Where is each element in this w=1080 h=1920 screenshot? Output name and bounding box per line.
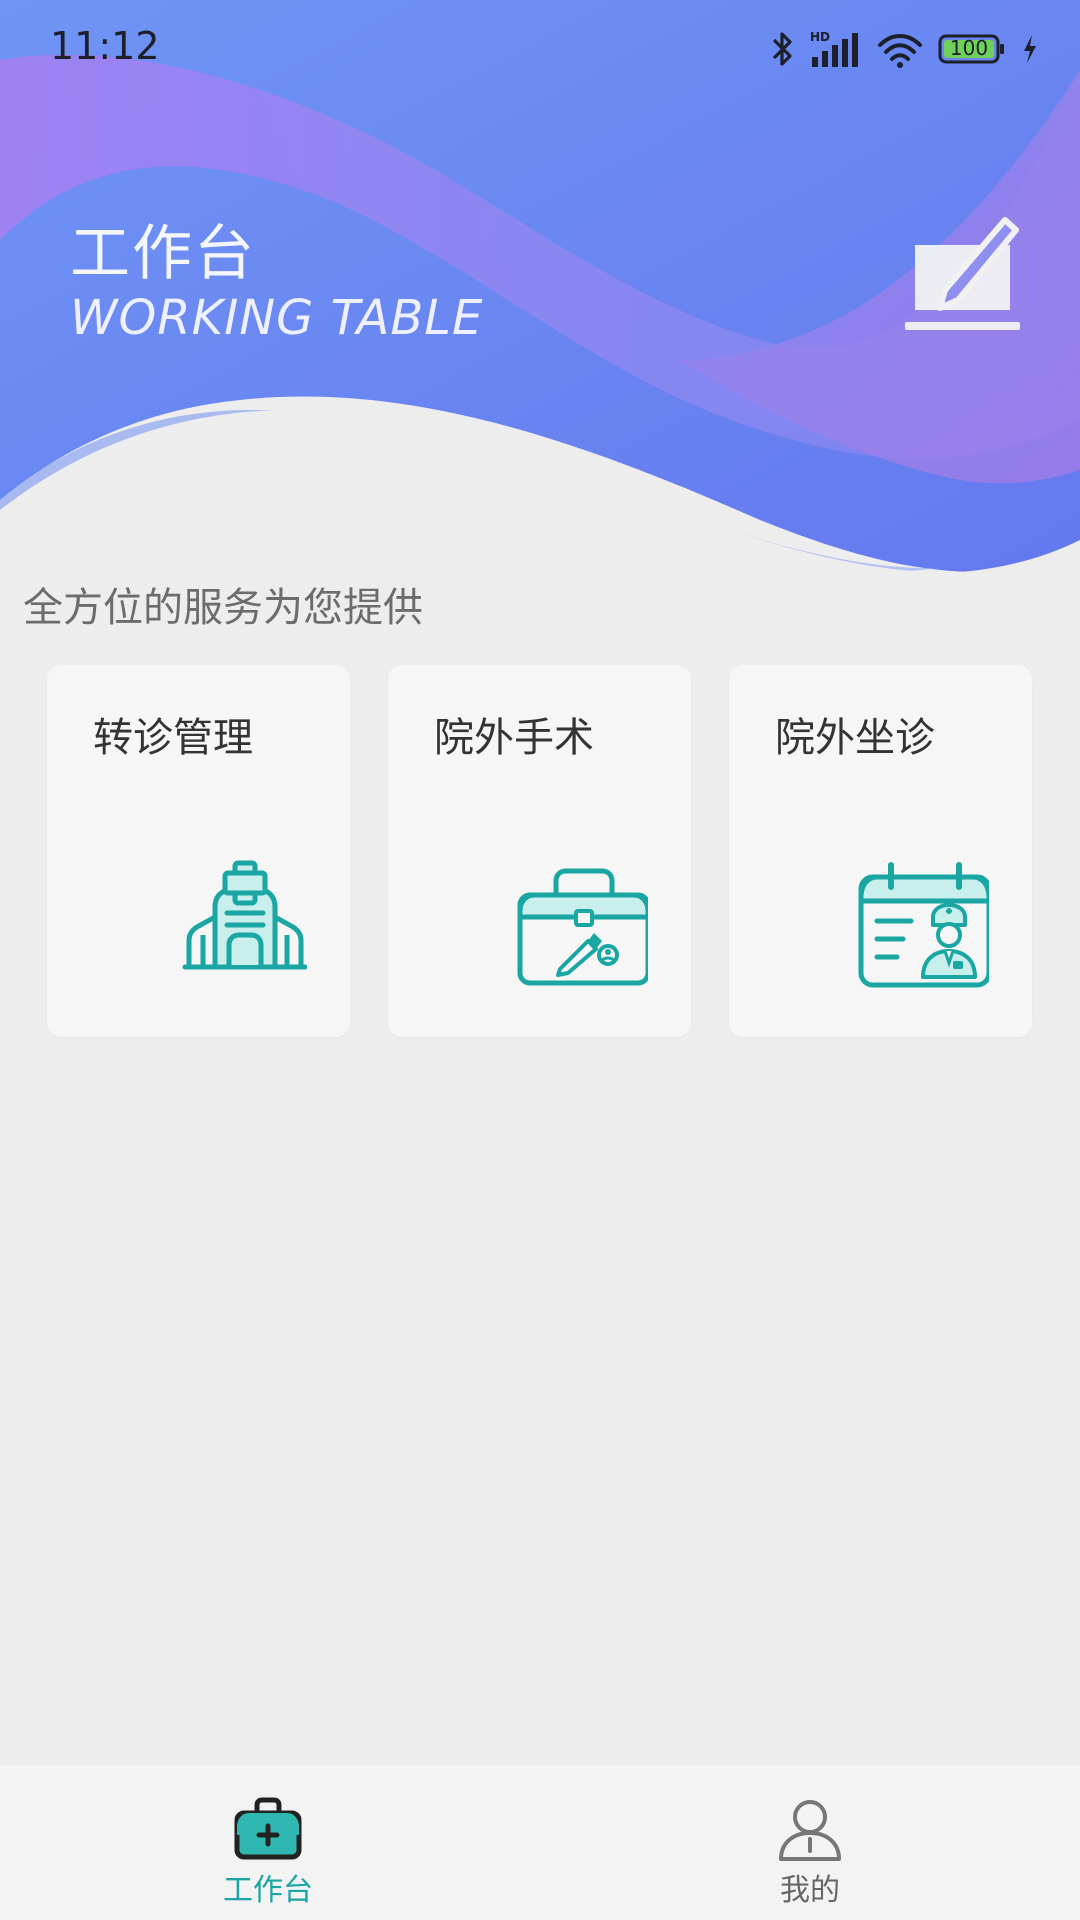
nav-tab-mine[interactable]: 我的 [540,1765,1080,1920]
hospital-icon [182,860,307,970]
medical-kit-icon [517,868,648,986]
card-label: 院外手术 [434,715,594,761]
battery-icon: 100 [938,34,1004,64]
user-icon [779,1800,841,1861]
card-label: 转诊管理 [93,715,253,761]
nav-label-workbench: 工作台 [223,1873,313,1908]
svg-text:HD: HD [810,30,830,44]
nav-label-mine: 我的 [780,1873,840,1908]
wifi-icon [878,34,922,68]
bottom-navigation: 工作台 我的 [0,1765,1080,1920]
battery-level-text: 100 [950,36,988,60]
signal-hd-icon: HD [810,30,858,67]
edit-icon[interactable] [900,210,1025,335]
card-offsite-consultation[interactable]: 院外坐诊 [729,665,1032,1037]
service-card-list: 转诊管理 院外手术 院外坐诊 [47,665,1033,1037]
status-time: 11:12 [50,24,160,68]
charging-icon [1024,35,1036,63]
status-icons: HD 100 [770,26,1040,72]
card-label: 院外坐诊 [775,715,935,761]
app-screen: 11:12 HD 100 工作台 WORKING TABLE 全方位的服务为您提… [0,0,1080,1920]
doctor-calendar-icon [858,862,989,988]
page-subtitle: WORKING TABLE [70,290,484,346]
section-title: 全方位的服务为您提供 [23,585,423,631]
bluetooth-icon [772,32,792,66]
page-title: 工作台 [70,219,256,289]
nav-tab-workbench[interactable]: 工作台 [0,1765,540,1920]
status-bar: 11:12 HD 100 [0,0,1080,100]
card-referral-management[interactable]: 转诊管理 [47,665,350,1037]
card-offsite-surgery[interactable]: 院外手术 [388,665,691,1037]
medical-box-icon [234,1797,302,1860]
